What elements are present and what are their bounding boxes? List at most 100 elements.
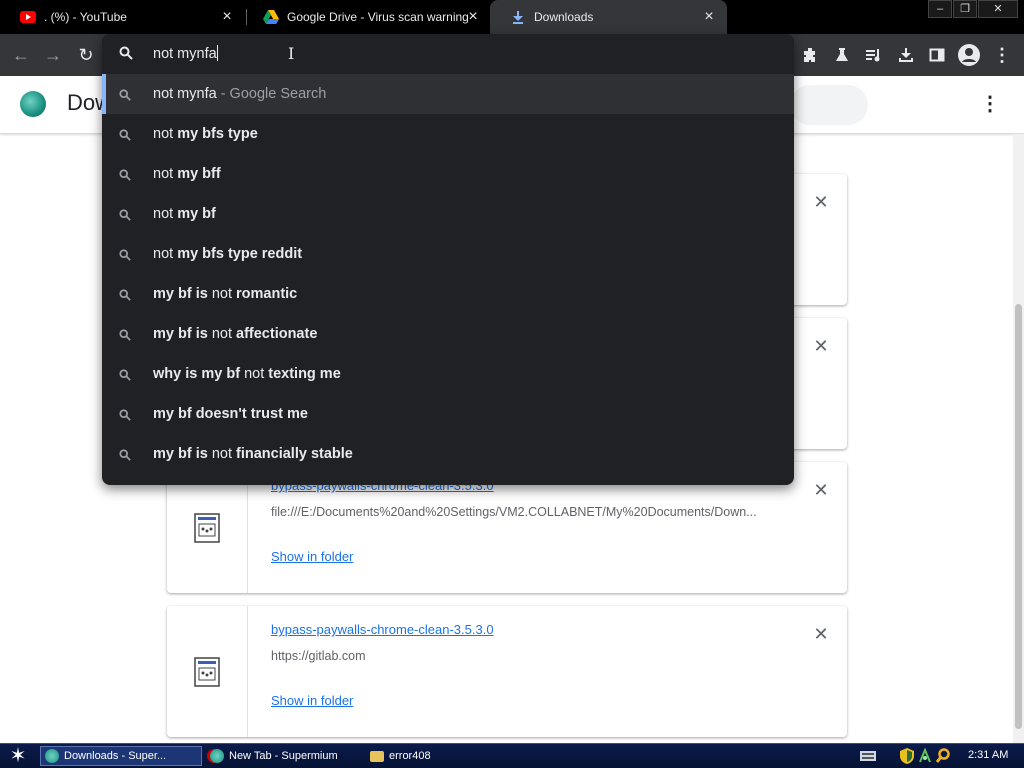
text-caret: [216, 45, 218, 61]
search-icon: [119, 448, 131, 466]
show-in-folder-link[interactable]: Show in folder: [271, 693, 353, 708]
omnibox-dropdown: not mynfa I not mynfa - Google Search not…: [102, 34, 794, 485]
query-text: not mynfa: [153, 46, 217, 62]
card-divider: [247, 606, 248, 737]
search-icon: [119, 288, 131, 306]
omnibox-suggestion[interactable]: my bf is not financially stable: [102, 434, 794, 474]
tab-title: Downloads: [534, 10, 594, 24]
close-tab-icon[interactable]: ×: [701, 9, 717, 25]
system-tray: [860, 747, 950, 765]
security-shield-icon[interactable]: [900, 748, 914, 764]
suggestion-text-plain: not: [211, 326, 237, 342]
labs-flask-icon[interactable]: [831, 44, 853, 66]
profile-avatar-icon[interactable]: [958, 44, 980, 66]
search-icon: [119, 46, 133, 65]
selection-indicator: [102, 74, 106, 114]
suggestion-text-bold: financially stable: [236, 446, 353, 462]
search-icon: [119, 88, 131, 106]
omnibox-suggestion[interactable]: not mynfa - Google Search: [102, 74, 794, 114]
search-downloads-input[interactable]: [790, 85, 868, 125]
suggestion-text-plain: not: [211, 446, 237, 462]
taskbar-item-label: New Tab - Supermium: [229, 750, 338, 762]
suggestion-text: not my bfs type reddit: [153, 246, 302, 262]
suggestion-text-plain: not: [153, 246, 178, 262]
suggestion-text-plain: not: [244, 366, 269, 382]
omnibox-suggestion[interactable]: not my bff: [102, 154, 794, 194]
close-window-button[interactable]: ✕: [978, 0, 1018, 18]
taskbar-clock: 2:31 AM: [968, 749, 1009, 761]
suggestion-text-bold: my bf: [177, 206, 216, 222]
taskbar: ✶ Downloads - Super... New Tab - Supermi…: [0, 743, 1024, 768]
omnibox-suggestion[interactable]: not my bf: [102, 194, 794, 234]
restore-button[interactable]: ❐: [953, 0, 977, 18]
suggestion-text-bold: my bf doesn't trust me: [153, 406, 308, 422]
omnibox-suggestion[interactable]: my bf is not romantic: [102, 274, 794, 314]
taskbar-item-label: Downloads - Super...: [64, 750, 167, 762]
taskbar-item-new-tab[interactable]: New Tab - Supermium: [206, 746, 366, 766]
remove-download-icon[interactable]: ✕: [811, 336, 831, 356]
reload-button[interactable]: ↻: [75, 44, 97, 66]
search-icon: [119, 168, 131, 186]
suggestion-text-bold: romantic: [236, 286, 298, 302]
network-icon[interactable]: [918, 748, 932, 764]
close-tab-icon[interactable]: ×: [465, 9, 481, 25]
tab-google-drive[interactable]: Google Drive - Virus scan warning ×: [243, 0, 491, 34]
omnibox-suggestion[interactable]: not my bfs type: [102, 114, 794, 154]
omnibox-suggestion[interactable]: not my bfs type reddit: [102, 234, 794, 274]
folder-icon: [370, 750, 384, 762]
minimize-button[interactable]: ‒: [928, 0, 952, 18]
omnibox-suggestion[interactable]: my bf doesn't trust me: [102, 394, 794, 434]
suggestion-text: my bf is not financially stable: [153, 446, 353, 462]
media-queue-icon[interactable]: [863, 44, 885, 66]
remove-download-icon[interactable]: ✕: [811, 192, 831, 212]
suggestion-text: my bf doesn't trust me: [153, 406, 308, 422]
close-tab-icon[interactable]: ×: [219, 9, 235, 25]
download-filename-link[interactable]: bypass-paywalls-chrome-clean-3.5.3.0: [271, 622, 494, 637]
omnibox-suggestion[interactable]: why is my bf not texting me: [102, 354, 794, 394]
youtube-icon: [20, 9, 36, 25]
remove-download-icon[interactable]: ✕: [811, 480, 831, 500]
extensions-icon[interactable]: [799, 44, 821, 66]
supermium-icon: [210, 749, 224, 763]
file-type-icon: [194, 657, 220, 687]
tab-strip: . (%) - YouTube × Google Drive - Virus s…: [0, 0, 1024, 34]
more-actions-icon[interactable]: ⋮: [980, 92, 1000, 116]
omnibox-suggestion[interactable]: my bf is not affectionate: [102, 314, 794, 354]
search-icon: [119, 408, 131, 426]
taskbar-item-downloads[interactable]: Downloads - Super...: [40, 746, 202, 766]
search-icon: [119, 368, 131, 386]
download-source-url: file:///E:/Documents%20and%20Settings/VM…: [271, 505, 757, 519]
remove-download-icon[interactable]: ✕: [811, 624, 831, 644]
page-scrollbar[interactable]: [1013, 134, 1024, 743]
suggestion-text-bold: my bf is: [153, 446, 212, 462]
suggestion-text-bold: why is my bf: [153, 366, 245, 382]
scrollbar-thumb[interactable]: [1015, 304, 1022, 729]
supermium-icon: [45, 749, 59, 763]
search-icon: [119, 208, 131, 226]
google-drive-icon: [263, 9, 279, 25]
show-in-folder-link[interactable]: Show in folder: [271, 549, 353, 564]
tab-youtube[interactable]: . (%) - YouTube ×: [0, 0, 245, 34]
back-button[interactable]: ←: [10, 44, 32, 66]
suggestion-text-bold: my bff: [177, 166, 221, 182]
suggestion-text-bold: my bf is: [153, 286, 212, 302]
tab-downloads[interactable]: Downloads ×: [490, 0, 727, 34]
download-icon: [510, 9, 526, 25]
search-tray-icon[interactable]: [936, 748, 950, 764]
tab-title: . (%) - YouTube: [44, 10, 127, 24]
taskbar-item-folder[interactable]: error408: [366, 746, 486, 766]
address-bar-input[interactable]: not mynfa I: [102, 34, 794, 74]
suggestion-text-plain: not: [211, 286, 237, 302]
search-icon: [119, 128, 131, 146]
downloads-toolbar-icon[interactable]: [895, 44, 917, 66]
suggestion-text: not my bf: [153, 206, 216, 222]
side-panel-icon[interactable]: [926, 44, 948, 66]
download-source-url: https://gitlab.com: [271, 649, 366, 663]
keyboard-icon[interactable]: [860, 751, 876, 761]
suggestion-text-plain: not mynfa: [153, 86, 217, 102]
browser-menu-icon[interactable]: ⋮: [991, 44, 1013, 66]
start-button-icon[interactable]: ✶: [4, 745, 32, 767]
suggestion-description: - Google Search: [216, 86, 327, 102]
forward-button[interactable]: →: [42, 44, 64, 66]
download-item-card: bypass-paywalls-chrome-clean-3.5.3.0 htt…: [167, 606, 847, 737]
